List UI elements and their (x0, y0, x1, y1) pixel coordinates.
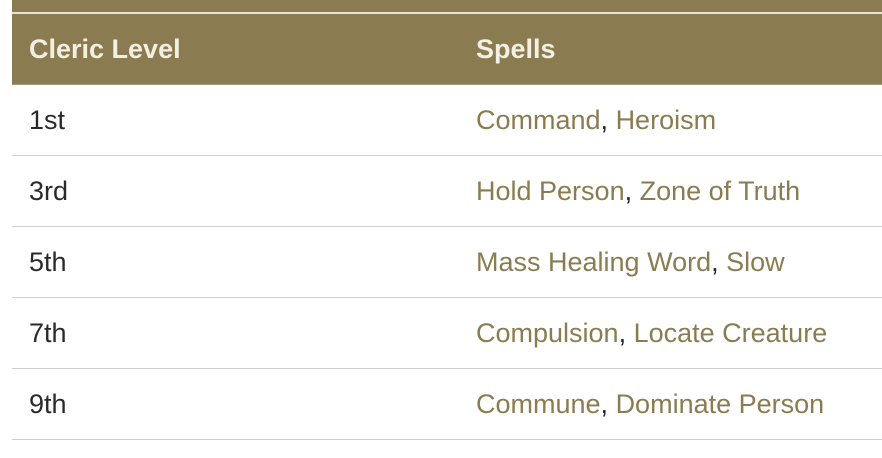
spells-cell: Command, Heroism (476, 85, 716, 155)
spells-cell: Compulsion, Locate Creature (476, 298, 827, 368)
cleric-level-cell: 9th (29, 389, 67, 419)
table-body: 1st Command, Heroism 3rd Hold Person, Zo… (12, 85, 882, 440)
header-spells: Spells (476, 34, 556, 64)
spells-cell: Hold Person, Zone of Truth (476, 156, 800, 226)
table-row: 3rd Hold Person, Zone of Truth (12, 156, 882, 227)
spell-link[interactable]: Locate Creature (634, 318, 828, 348)
spell-link[interactable]: Hold Person (476, 176, 625, 206)
spell-link[interactable]: Compulsion (476, 318, 619, 348)
table-row: 7th Compulsion, Locate Creature (12, 298, 882, 369)
table-row: 5th Mass Healing Word, Slow (12, 227, 882, 298)
cleric-level-cell: 3rd (29, 176, 69, 206)
table-row: 1st Command, Heroism (12, 85, 882, 156)
header-cleric-level: Cleric Level (29, 34, 181, 64)
spell-separator: , (618, 318, 634, 348)
spell-link[interactable]: Dominate Person (616, 389, 825, 419)
spells-cell: Commune, Dominate Person (476, 369, 824, 439)
spell-separator: , (711, 247, 727, 277)
spell-separator: , (600, 105, 616, 135)
cleric-level-cell: 7th (29, 318, 67, 348)
spell-link[interactable]: Heroism (616, 105, 717, 135)
spell-link[interactable]: Commune (476, 389, 601, 419)
previous-row-strip (12, 0, 882, 12)
spell-separator: , (624, 176, 640, 206)
spell-separator: , (600, 389, 616, 419)
cleric-level-cell: 5th (29, 247, 67, 277)
spell-link[interactable]: Mass Healing Word (476, 247, 711, 277)
spell-table-page: Cleric Level Spells 1st Command, Heroism… (0, 0, 882, 458)
cleric-level-cell: 1st (29, 105, 66, 135)
spell-link[interactable]: Slow (726, 247, 785, 277)
table-row: 9th Commune, Dominate Person (12, 369, 882, 440)
spells-cell: Mass Healing Word, Slow (476, 227, 785, 297)
spell-link[interactable]: Zone of Truth (640, 176, 801, 206)
spell-link[interactable]: Command (476, 105, 601, 135)
table-header: Cleric Level Spells (12, 14, 882, 85)
